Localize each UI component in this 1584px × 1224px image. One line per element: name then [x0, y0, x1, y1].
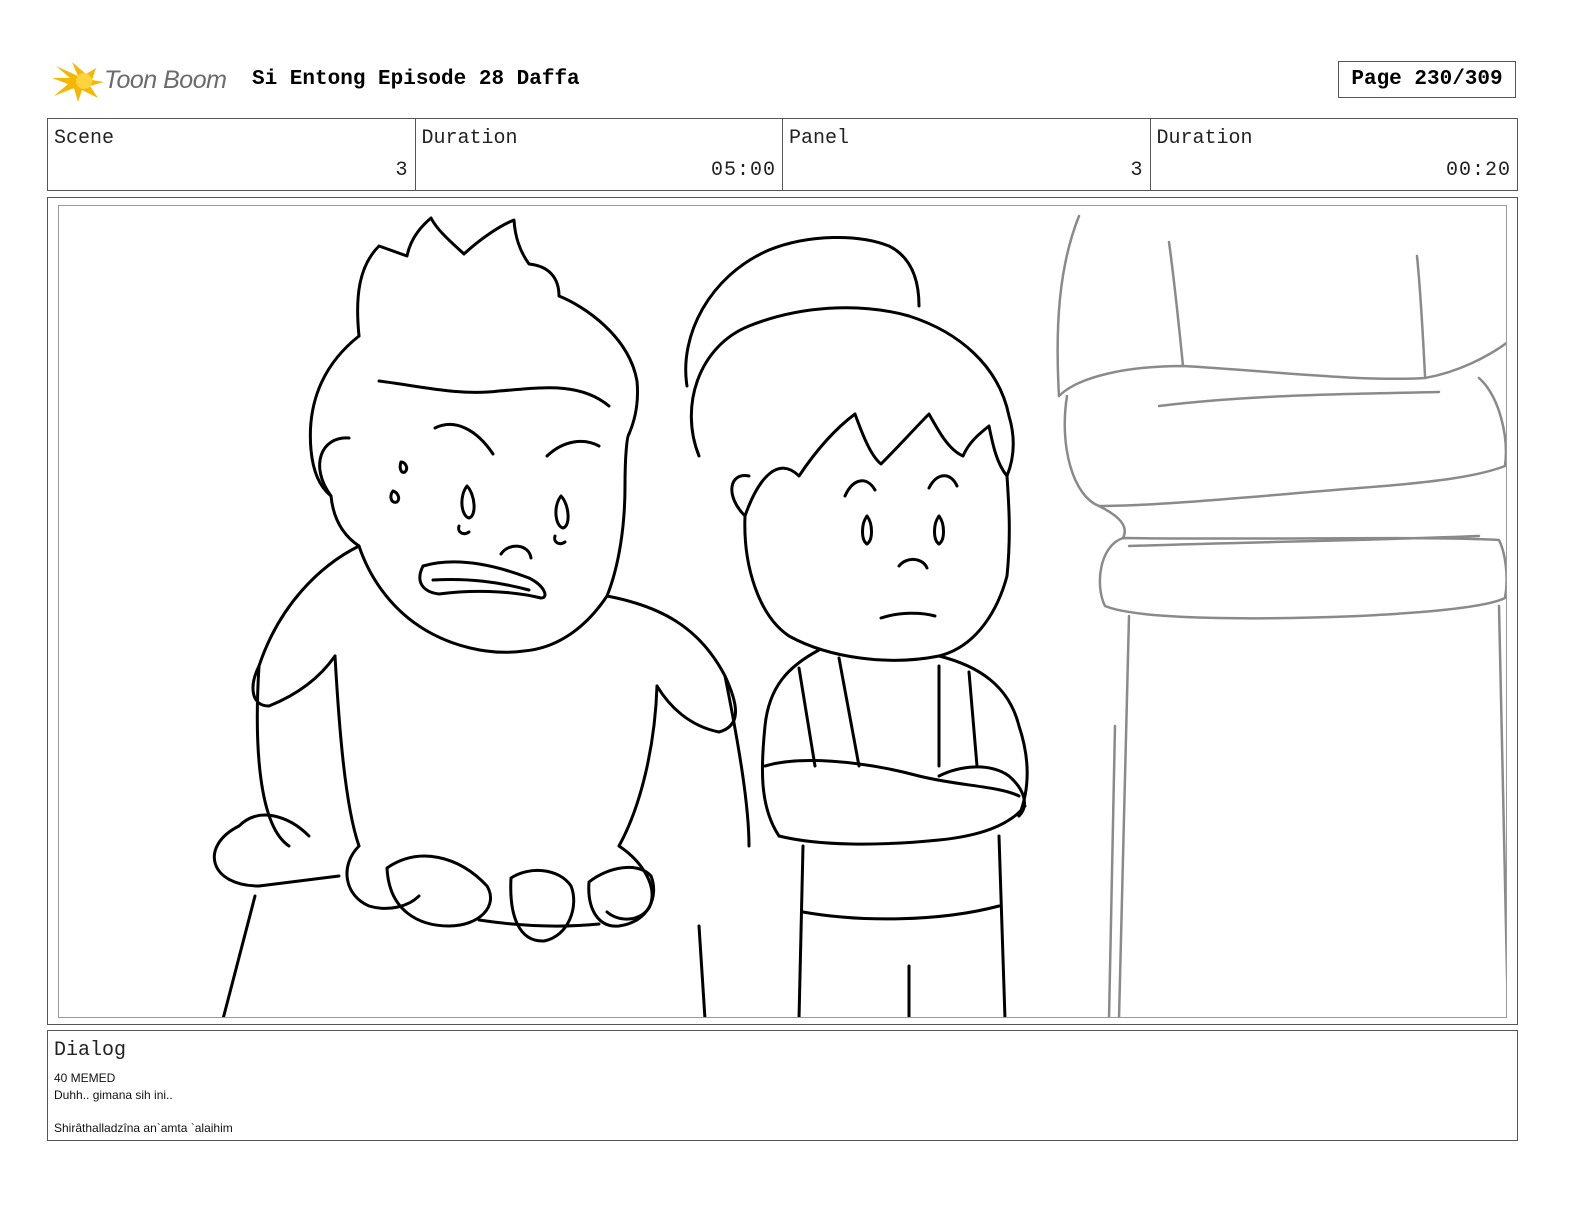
starburst-icon — [52, 62, 104, 102]
scene-duration-cell: Duration 05:00 — [416, 119, 783, 190]
panel-duration-cell: Duration 00:20 — [1151, 119, 1518, 190]
scene-label: Scene — [54, 127, 115, 150]
dialog-label: Dialog — [54, 1039, 127, 1062]
panel-label: Panel — [789, 127, 850, 150]
scene-value: 3 — [395, 159, 409, 182]
panel-duration-value: 00:20 — [1445, 159, 1511, 182]
scene-duration-value: 05:00 — [710, 159, 776, 182]
dialog-line-1: Duhh.. gimana sih ini.. — [54, 1088, 173, 1102]
panel-value: 3 — [1130, 159, 1144, 182]
scene-cell: Scene 3 — [48, 119, 416, 190]
page-indicator: Page 230/309 — [1338, 61, 1516, 98]
boy-right-sketch — [684, 236, 1029, 1017]
scene-duration-label: Duration — [421, 127, 518, 150]
panel-cell: Panel 3 — [783, 119, 1151, 190]
dialog-line-2: Shirâthalladzîna an`amta `alaihim — [54, 1121, 233, 1135]
background-pillar-sketch — [1056, 214, 1506, 1017]
dialog-character: 40 MEMED — [54, 1071, 116, 1085]
logo-wordmark: Toon Boom — [104, 66, 227, 94]
panel-duration-label: Duration — [1156, 127, 1253, 150]
panel-info-row: Scene 3 Duration 05:00 Panel 3 Duration … — [47, 118, 1518, 191]
storyboard-drawing — [58, 205, 1507, 1018]
boy-left-sketch — [212, 216, 751, 1017]
document-title: Si Entong Episode 28 Daffa — [252, 68, 580, 91]
dialog-box: Dialog 40 MEMED Duhh.. gimana sih ini.. … — [47, 1030, 1518, 1141]
